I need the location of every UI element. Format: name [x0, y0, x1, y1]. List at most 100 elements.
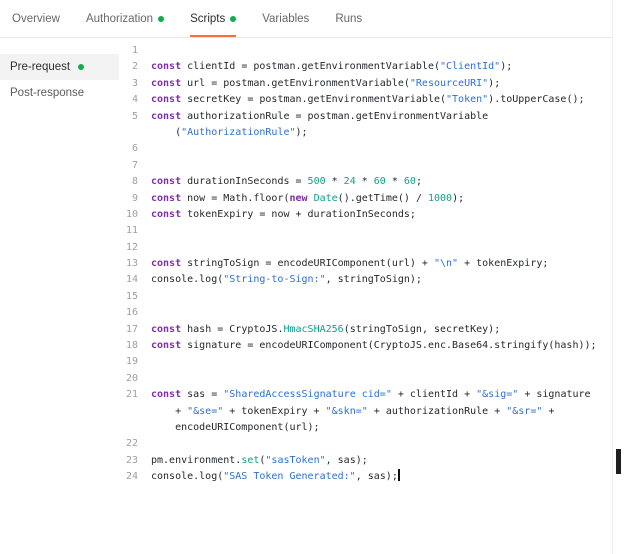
- code-text: encodeURIComponent(url);: [151, 420, 320, 436]
- token-number: 24: [343, 176, 356, 188]
- editor-scrollbar-thumb[interactable]: [616, 449, 621, 474]
- code-line[interactable]: 8 const durationInSeconds = 500 * 24 * 60…: [119, 174, 612, 190]
- token-keyword: const: [151, 110, 182, 122]
- line-number: 5: [131, 110, 138, 122]
- token-keyword: new: [289, 192, 308, 204]
- code-line[interactable]: 4 const secretKey = postman.getEnvironmen…: [119, 92, 612, 108]
- token-keyword: const: [151, 389, 182, 401]
- token-number: 1000: [427, 192, 453, 204]
- token-plain: ).toUpperCase();: [488, 94, 585, 106]
- token-plain: *: [325, 176, 344, 188]
- code-line[interactable]: 11: [119, 223, 612, 239]
- token-string: "&sig=": [476, 389, 519, 401]
- token-plain: tokenExpiry = now + durationInSeconds;: [181, 208, 416, 220]
- code-line[interactable]: 18 const signature = encodeURIComponent(C…: [119, 338, 612, 354]
- line-number: 16: [125, 307, 138, 319]
- code-text: ("AuthorizationRule");: [151, 125, 307, 141]
- sidebar-item-label: Pre-request: [10, 61, 71, 73]
- token-plain: +: [151, 405, 188, 417]
- line-number: 11: [125, 225, 138, 237]
- token-plain: + clientId +: [391, 389, 477, 401]
- line-number: 20: [125, 372, 138, 384]
- token-keyword: const: [151, 208, 182, 220]
- code-editor[interactable]: 1 2 const clientId = postman.getEnvironmen…: [119, 38, 612, 553]
- script-phase-sidebar: Pre-request Post-response: [0, 38, 119, 553]
- code-line[interactable]: encodeURIComponent(url);: [119, 420, 612, 436]
- code-line[interactable]: 3 const url = postman.getEnvironmentVaria…: [119, 76, 612, 92]
- line-number: 18: [125, 340, 138, 352]
- line-number: 8: [131, 176, 138, 188]
- code-line[interactable]: ("AuthorizationRule");: [119, 125, 612, 141]
- token-string: "SharedAccessSignature cid=": [223, 389, 392, 401]
- token-keyword: const: [151, 61, 182, 73]
- code-line[interactable]: 5 const authorizationRule = postman.getEn…: [119, 109, 612, 125]
- token-plain: clientId = postman.getEnvironmentVariabl…: [181, 61, 440, 73]
- sidebar-item-post-response[interactable]: Post-response: [0, 80, 119, 106]
- token-plain: , stringToSign);: [325, 274, 422, 286]
- token-string: "&sr=": [506, 405, 543, 417]
- code-text: const authorizationRule = postman.getEnv…: [151, 109, 488, 125]
- token-string: "\n": [433, 258, 459, 270]
- code-line[interactable]: 23 pm.environment.set("sasToken", sas);: [119, 453, 612, 469]
- tab-label: Variables: [262, 12, 310, 25]
- tab-authorization[interactable]: Authorization: [86, 0, 165, 37]
- code-line[interactable]: 20: [119, 371, 612, 387]
- line-number: 24: [125, 471, 138, 483]
- postman-request-panel: Overview Authorization Scripts Variables Run…: [0, 0, 624, 554]
- line-number: 23: [125, 454, 138, 466]
- line-number: [119, 125, 151, 141]
- code-line[interactable]: 16: [119, 305, 612, 321]
- sidebar-item-pre-request[interactable]: Pre-request: [0, 54, 119, 80]
- text-cursor: [397, 469, 400, 482]
- token-function: Date: [313, 192, 338, 204]
- line-number: 17: [125, 323, 138, 335]
- code-line[interactable]: 2 const clientId = postman.getEnvironment…: [119, 59, 612, 75]
- code-line[interactable]: + "&se=" + tokenExpiry + "&skn=" + autho…: [119, 404, 612, 420]
- token-keyword: const: [151, 192, 182, 204]
- token-plain: *: [355, 176, 374, 188]
- code-line[interactable]: 24 console.log("SAS Token Generated:", sa…: [119, 469, 612, 485]
- token-plain: );: [452, 192, 465, 204]
- code-line[interactable]: 14 console.log("String-to-Sign:", stringT…: [119, 272, 612, 288]
- code-line[interactable]: 13 const stringToSign = encodeURIComponen…: [119, 256, 612, 272]
- token-plain: ().getTime() /: [337, 192, 428, 204]
- code-line[interactable]: 9 const now = Math.floor(new Date().getTi…: [119, 191, 612, 207]
- token-plain: , sas);: [355, 471, 398, 483]
- code-line[interactable]: 21 const sas = "SharedAccessSignature cid…: [119, 387, 612, 403]
- token-keyword: const: [151, 340, 182, 352]
- token-plain: stringToSign = encodeURIComponent(url) +: [181, 258, 434, 270]
- line-number: 12: [125, 241, 138, 253]
- token-plain: now = Math.floor(: [181, 192, 290, 204]
- code-line[interactable]: 6: [119, 141, 612, 157]
- token-plain: ;: [415, 176, 422, 188]
- line-number: [119, 404, 151, 420]
- token-keyword: const: [151, 77, 182, 89]
- request-section-tabs: Overview Authorization Scripts Variables Run…: [0, 0, 612, 38]
- code-line[interactable]: 17 const hash = CryptoJS.HmacSHA256(strin…: [119, 322, 612, 338]
- line-number: 22: [125, 438, 138, 450]
- line-number: 14: [125, 274, 138, 286]
- code-text: const secretKey = postman.getEnvironment…: [151, 92, 585, 108]
- token-plain: + tokenExpiry;: [458, 258, 549, 270]
- code-line[interactable]: 12: [119, 240, 612, 256]
- token-plain: + signature: [518, 389, 591, 401]
- panel-frame: Overview Authorization Scripts Variables Run…: [0, 0, 613, 554]
- tab-variables[interactable]: Variables: [262, 0, 309, 37]
- code-line[interactable]: 10 const tokenExpiry = now + durationInSe…: [119, 207, 612, 223]
- token-string: "Token": [446, 94, 489, 106]
- line-number: 2: [131, 61, 138, 73]
- code-line[interactable]: 19: [119, 354, 612, 370]
- tab-overview[interactable]: Overview: [12, 0, 60, 37]
- green-dot-icon: [78, 64, 85, 70]
- code-line[interactable]: 15: [119, 289, 612, 305]
- code-text: const stringToSign = encodeURIComponent(…: [151, 256, 548, 272]
- tab-runs[interactable]: Runs: [335, 0, 362, 37]
- code-line[interactable]: 1: [119, 43, 612, 59]
- token-number: 500: [307, 176, 326, 188]
- code-line[interactable]: 22: [119, 436, 612, 452]
- tab-scripts[interactable]: Scripts: [190, 0, 237, 37]
- token-number: 60: [403, 176, 416, 188]
- token-plain: url = postman.getEnvironmentVariable(: [181, 77, 410, 89]
- code-line[interactable]: 7: [119, 158, 612, 174]
- code-text: console.log("String-to-Sign:", stringToS…: [151, 272, 422, 288]
